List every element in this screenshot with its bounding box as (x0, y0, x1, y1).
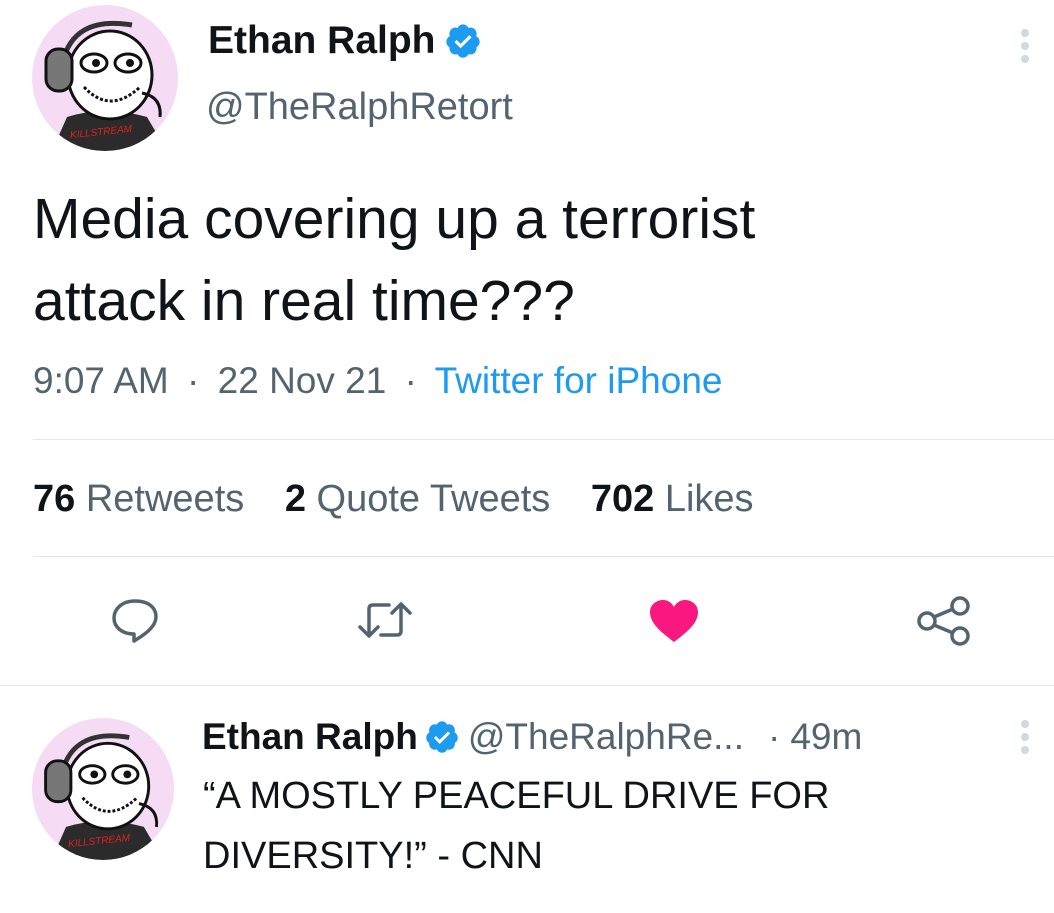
share-icon[interactable] (916, 595, 972, 647)
reply-header: Ethan Ralph @TheRalphRe... · 49m (202, 714, 862, 760)
retweets-count: 76 (33, 478, 76, 520)
tweet-stats: 76 Retweets 2 Quote Tweets 702 Likes (33, 478, 754, 521)
quotes-count: 2 (284, 478, 306, 520)
verified-badge-icon (445, 24, 480, 58)
reply-icon[interactable] (110, 597, 160, 643)
more-vertical-icon[interactable] (1018, 720, 1032, 759)
tweet-meta: 9:07 AM · 22 Nov 21 · Twitter for iPhone (33, 360, 722, 402)
quotes-stat[interactable]: 2 Quote Tweets (285, 478, 561, 520)
retweets-stat[interactable]: 76 Retweets (33, 478, 255, 520)
tweet-text: Media covering up a terrorist attack in … (33, 178, 1033, 342)
tweet-date[interactable]: 22 Nov 21 (218, 360, 387, 401)
retweet-icon[interactable] (357, 597, 413, 643)
tweet-source-link[interactable]: Twitter for iPhone (435, 360, 723, 401)
retweets-label: Retweets (85, 478, 245, 520)
author-name[interactable]: Ethan Ralph (208, 19, 436, 63)
heart-icon[interactable] (648, 598, 700, 644)
main-tweet: KILLSTREAM Ethan Ralph @TheRalphRetort M… (0, 0, 1054, 685)
tweet-text-line: attack in real time??? (33, 269, 575, 333)
reply-text-line: DIVERSITY!” - CNN (203, 835, 543, 877)
reply-text: “A MOSTLY PEACEFUL DRIVE FOR DIVERSITY!”… (203, 766, 1033, 886)
likes-stat[interactable]: 702 Likes (591, 478, 754, 520)
author-avatar[interactable]: KILLSTREAM (32, 718, 174, 860)
likes-label: Likes (664, 478, 754, 520)
author-name-row: Ethan Ralph (208, 18, 482, 64)
reply-text-line: “A MOSTLY PEACEFUL DRIVE FOR (203, 775, 830, 817)
author-avatar[interactable]: KILLSTREAM (32, 5, 178, 151)
meta-separator: · (404, 360, 417, 401)
meta-separator: · (187, 360, 200, 401)
author-name[interactable]: Ethan Ralph (202, 716, 418, 758)
tweet-age[interactable]: 49m (790, 716, 862, 758)
more-vertical-icon[interactable] (1018, 29, 1032, 68)
divider (33, 439, 1054, 440)
divider (33, 556, 1054, 557)
tweet-time[interactable]: 9:07 AM (33, 360, 169, 401)
meta-separator: · (767, 716, 781, 757)
author-handle[interactable]: @TheRalphRe... (468, 716, 744, 758)
quotes-label: Quote Tweets (316, 478, 551, 520)
author-handle[interactable]: @TheRalphRetort (206, 86, 513, 129)
reply-tweet[interactable]: KILLSTREAM Ethan Ralph @TheRalphRe... · … (0, 686, 1054, 913)
verified-badge-icon (426, 721, 458, 753)
likes-count: 702 (590, 478, 655, 520)
tweet-text-line: Media covering up a terrorist (33, 187, 756, 251)
